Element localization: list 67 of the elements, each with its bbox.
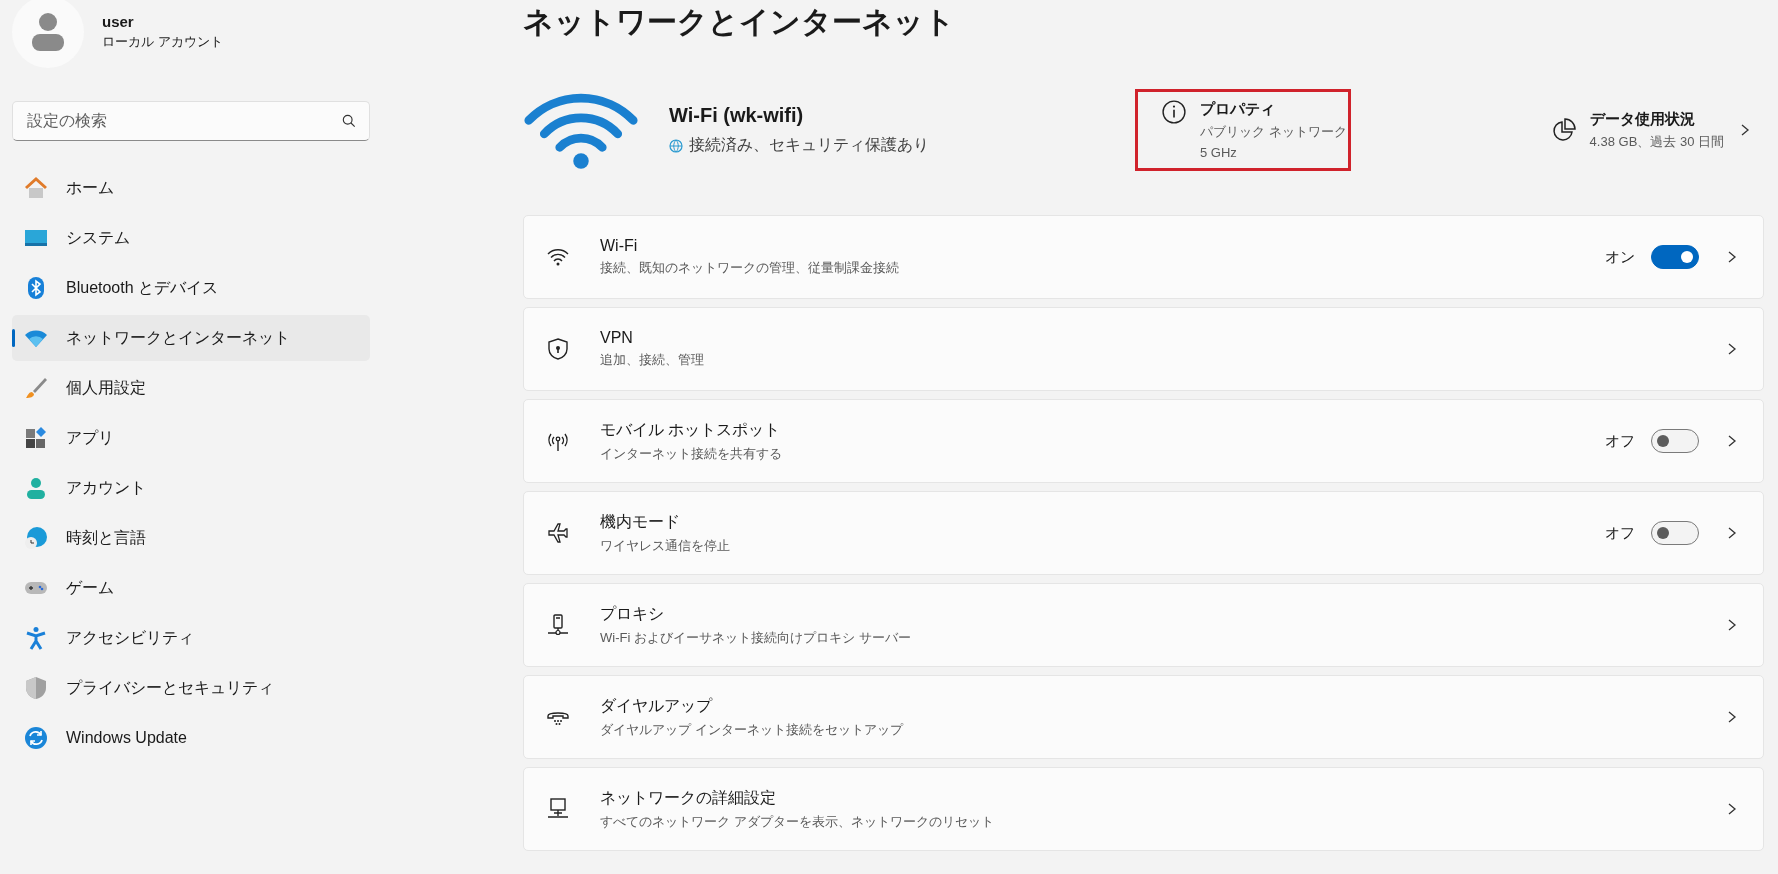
accessibility-icon [24,626,48,650]
toggle-switch[interactable] [1651,521,1699,545]
setting-description: 追加、接続、管理 [600,351,704,369]
nav-item[interactable]: アプリ [12,415,370,461]
setting-description: 接続、既知のネットワークの管理、従量制課金接続 [600,259,899,277]
properties-detail: 5 GHz [1200,145,1238,160]
data-usage-title[interactable]: データ使用状況 [1589,109,1724,129]
toggle-state: オフ [1605,431,1635,451]
toggle-switch[interactable] [1651,429,1699,453]
setting-description: Wi-Fi およびイーサネット接続向けプロキシ サーバー [600,628,911,647]
search-icon [342,114,356,128]
setting-description: インターネット接続を共有する [600,444,782,463]
proxy-server-icon [546,613,570,637]
page-title: ネットワークとインターネット [523,4,956,40]
update-icon [24,726,48,750]
shield-lock-icon [546,337,570,361]
info-icon [1162,100,1186,124]
toggle-state: オフ [1605,523,1635,543]
network-name: Wi-Fi (wk-wifi) [669,104,805,127]
setting-title: VPN [600,329,634,347]
search-field[interactable]: 設定の検索 [12,101,370,141]
settings-card[interactable]: VPN 追加、接続、管理 [523,307,1764,391]
user-name: user [102,13,135,30]
data-usage-detail: 4.38 GB、過去 30 日間 [1589,132,1724,151]
nav-item[interactable]: アクセシビリティ [12,615,370,661]
shield-icon [24,676,48,700]
network-computer-icon [546,797,570,821]
setting-title: 機内モード [600,511,681,532]
properties-title[interactable]: プロパティ [1200,100,1347,119]
settings-card[interactable]: ダイヤルアップ ダイヤルアップ インターネット接続をセットアップ [523,675,1764,759]
setting-description: すべてのネットワーク アダプターを表示、ネットワークのリセット [600,812,994,831]
setting-title: ネットワークの詳細設定 [600,787,777,808]
globe-clock-icon [24,526,48,550]
nav-item[interactable]: ホーム [12,165,370,211]
nav-item[interactable]: システム [12,215,370,261]
nav-item[interactable]: ゲーム [12,565,370,611]
setting-title: ダイヤルアップ [600,695,714,716]
settings-card[interactable]: 機内モード ワイヤレス通信を停止 オフ [523,491,1764,575]
setting-title: Wi-Fi [600,237,639,255]
properties-detail: パブリック ネットワーク [1200,123,1347,141]
toggle-state: オン [1605,247,1635,267]
toggle-switch[interactable] [1651,245,1699,269]
setting-title: モバイル ホットスポット [600,419,782,440]
settings-card[interactable]: ネットワークの詳細設定 すべてのネットワーク アダプターを表示、ネットワークのリセット [523,767,1764,851]
wifi-signal-icon [523,91,639,169]
setting-description: ダイヤルアップ インターネット接続をセットアップ [600,720,903,739]
paintbrush-icon [24,376,48,400]
settings-card[interactable]: Wi-Fi 接続、既知のネットワークの管理、従量制課金接続 オン [523,215,1764,299]
airplane-icon [546,521,570,545]
pie-chart-icon [1551,118,1576,142]
nav-item[interactable]: ネットワークとインターネット [12,315,370,361]
globe-icon [669,138,683,153]
nav-item[interactable]: 個人用設定 [12,365,370,411]
nav-item[interactable]: 時刻と言語 [12,515,370,561]
connection-status: 接続済み、セキュリティ保護あり [689,135,929,155]
apps-icon [24,426,48,450]
account-type: ローカル アカウント [102,33,223,51]
nav-item[interactable]: Windows Update [12,715,370,761]
settings-card[interactable]: モバイル ホットスポット インターネット接続を共有する オフ [523,399,1764,483]
nav-item[interactable]: プライバシーとセキュリティ [12,665,370,711]
setting-description: ワイヤレス通信を停止 [600,536,730,555]
settings-card[interactable]: プロキシ Wi-Fi およびイーサネット接続向けプロキシ サーバー [523,583,1764,667]
home-icon [24,176,48,200]
nav-item[interactable]: Bluetooth とデバイス [12,265,370,311]
person-icon [24,476,48,500]
setting-title: プロキシ [600,603,665,624]
nav-item[interactable]: アカウント [12,465,370,511]
